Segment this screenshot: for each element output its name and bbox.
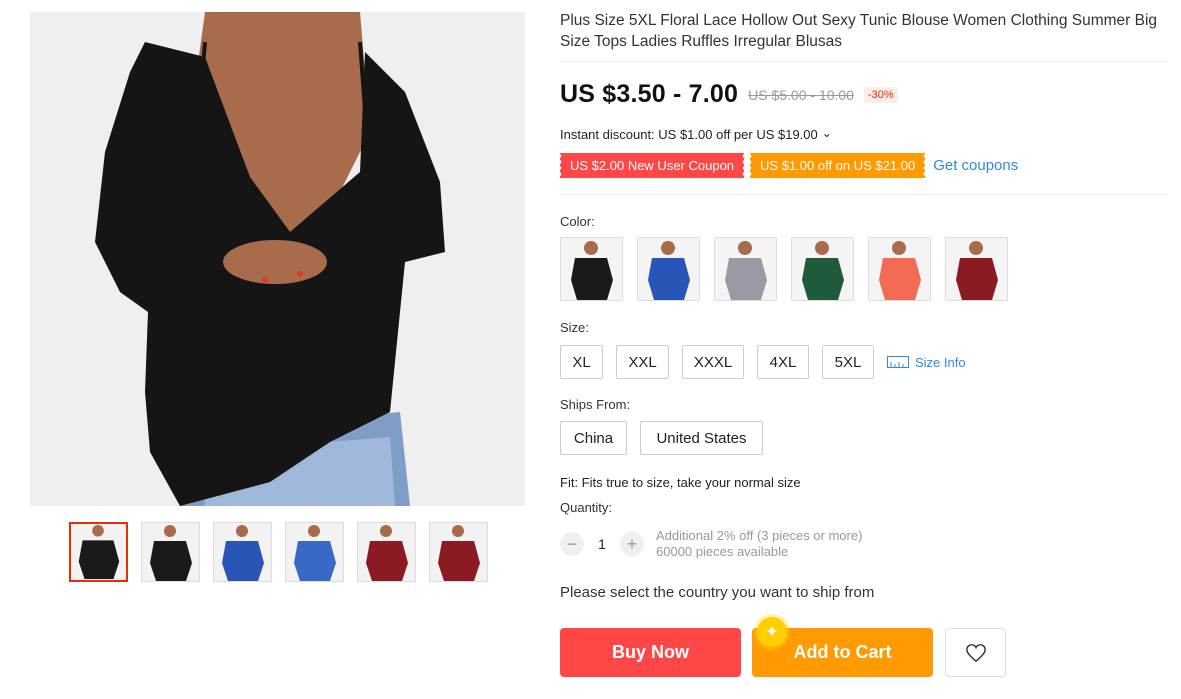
gallery-thumbnail[interactable] xyxy=(213,522,272,582)
ship-from-message: Please select the country you want to sh… xyxy=(560,584,875,601)
size-option-5xl[interactable]: 5XL xyxy=(822,345,874,379)
quantity-value[interactable]: 1 xyxy=(584,536,620,552)
swatch-image xyxy=(561,238,622,300)
model-photo-illustration xyxy=(30,12,525,506)
color-swatches xyxy=(560,237,1008,301)
ships-from-china[interactable]: China xyxy=(560,421,627,455)
wishlist-button[interactable] xyxy=(945,628,1006,677)
gallery-thumbnail[interactable] xyxy=(69,522,128,582)
color-option-gray[interactable] xyxy=(714,237,777,301)
sparkle-icon: ✦ xyxy=(757,617,787,647)
price-row: US $3.50 - 7.00 US $5.00 - 10.00 -30% xyxy=(560,80,898,109)
discount-badge: -30% xyxy=(863,86,898,103)
instant-discount-text: Instant discount: US $1.00 off per US $1… xyxy=(560,127,818,142)
fit-note: Fit: Fits true to size, take your normal… xyxy=(560,475,801,490)
thumbnail-image xyxy=(71,524,126,579)
size-option-xl[interactable]: XL xyxy=(560,345,603,379)
size-option-xxxl[interactable]: XXXL xyxy=(682,345,744,379)
swatch-image xyxy=(869,238,930,300)
quantity-stepper: − 1 + Additional 2% off (3 pieces or mor… xyxy=(560,528,862,560)
color-label: Color: xyxy=(560,214,595,229)
swatch-image xyxy=(715,238,776,300)
new-user-coupon[interactable]: US $2.00 New User Coupon xyxy=(558,153,745,178)
quantity-label: Quantity: xyxy=(560,500,613,515)
heart-icon xyxy=(965,643,986,662)
stock-available-note: 60000 pieces available xyxy=(656,544,789,559)
quantity-plus-button[interactable]: + xyxy=(620,532,644,556)
color-option-blue[interactable] xyxy=(637,237,700,301)
divider xyxy=(560,194,1168,195)
ships-from-options: China United States xyxy=(560,421,763,455)
main-product-image[interactable] xyxy=(30,12,525,506)
thumbnail-image xyxy=(142,523,199,581)
quantity-note: Additional 2% off (3 pieces or more) 600… xyxy=(656,528,862,560)
bulk-discount-note: Additional 2% off (3 pieces or more) xyxy=(656,528,863,543)
buy-now-button[interactable]: Buy Now xyxy=(560,628,741,677)
size-label: Size: xyxy=(560,320,589,335)
chevron-down-icon[interactable]: ⌄ xyxy=(822,127,832,139)
gallery-thumbnail[interactable] xyxy=(429,522,488,582)
divider xyxy=(560,61,1168,62)
size-info-label: Size Info xyxy=(915,354,966,370)
gallery-thumbnail[interactable] xyxy=(357,522,416,582)
price-range: US $3.50 - 7.00 xyxy=(560,80,739,108)
size-options: XL XXL XXXL 4XL 5XL Size Info xyxy=(560,345,966,379)
thumbnail-image xyxy=(214,523,271,581)
quantity-minus-button[interactable]: − xyxy=(560,532,584,556)
ships-from-label: Ships From: xyxy=(560,397,631,412)
swatch-image xyxy=(638,238,699,300)
instant-discount[interactable]: Instant discount: US $1.00 off per US $1… xyxy=(560,127,832,143)
color-option-coral[interactable] xyxy=(868,237,931,301)
thumbnail-strip xyxy=(69,522,488,582)
color-option-green[interactable] xyxy=(791,237,854,301)
thumbnail-image xyxy=(358,523,415,581)
product-title: Plus Size 5XL Floral Lace Hollow Out Sex… xyxy=(560,12,1158,50)
ships-from-united-states[interactable]: United States xyxy=(640,421,763,455)
thumbnail-image xyxy=(286,523,343,581)
original-price: US $5.00 - 10.00 xyxy=(748,86,854,103)
store-coupon[interactable]: US $1.00 off on US $21.00 xyxy=(749,153,926,178)
get-coupons-link[interactable]: Get coupons xyxy=(933,157,1018,174)
ruler-icon xyxy=(887,356,909,368)
color-option-black[interactable] xyxy=(560,237,623,301)
size-option-xxl[interactable]: XXL xyxy=(616,345,669,379)
swatch-image xyxy=(792,238,853,300)
gallery-thumbnail[interactable] xyxy=(141,522,200,582)
coupon-row: US $2.00 New User Coupon US $1.00 off on… xyxy=(558,153,1018,178)
size-info-link[interactable]: Size Info xyxy=(887,355,966,370)
swatch-image xyxy=(946,238,1007,300)
color-option-wine[interactable] xyxy=(945,237,1008,301)
size-option-4xl[interactable]: 4XL xyxy=(757,345,809,379)
thumbnail-image xyxy=(430,523,487,581)
gallery-thumbnail[interactable] xyxy=(285,522,344,582)
